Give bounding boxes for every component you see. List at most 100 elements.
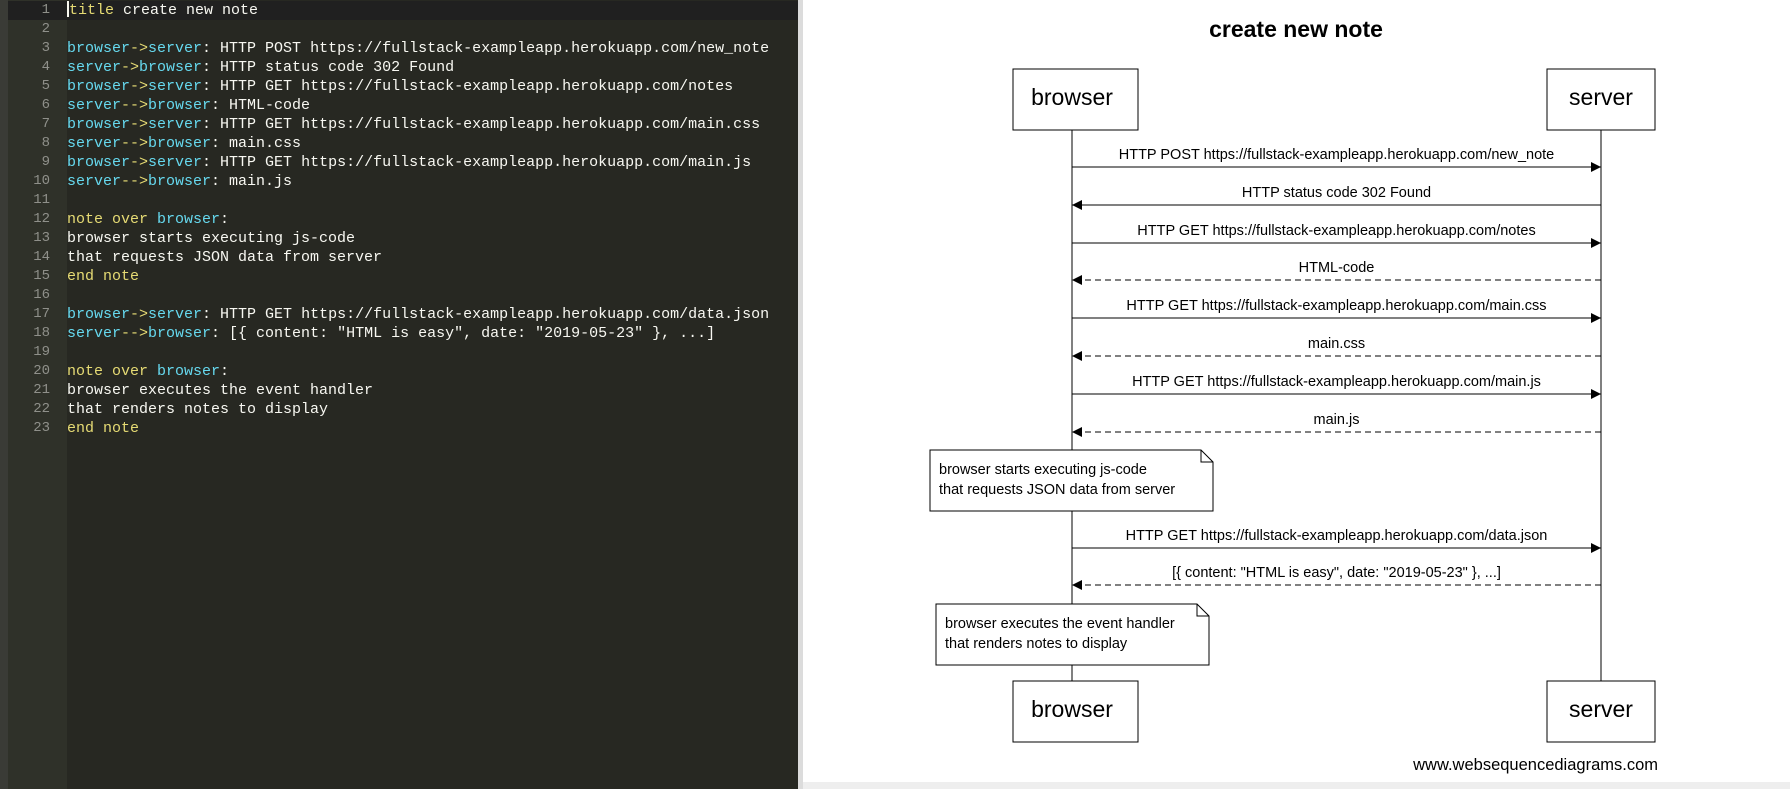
code-token: browser [67, 40, 131, 57]
note-text: that renders notes to display [945, 636, 1128, 652]
code-line: server-->browser: HTML-code [67, 96, 310, 115]
code-token: that renders notes to display [67, 401, 329, 418]
code-line: server-->browser: main.css [67, 134, 301, 153]
code-token: : HTML-code [211, 97, 311, 114]
code-line: browser->server: HTTP GET https://fullst… [67, 153, 751, 172]
code-line: browser->server: HTTP GET https://fullst… [67, 115, 760, 134]
code-token: : main.css [211, 135, 302, 152]
code-token: server [67, 59, 122, 76]
line-number: 14 [33, 249, 50, 265]
code-token: browser [148, 325, 212, 342]
code-line: end note [67, 267, 139, 286]
code-text-area[interactable]: title create new note browser->server: HT… [67, 0, 798, 789]
code-line: browser executes the event handler [67, 381, 373, 400]
message-label: HTTP GET https://fullstack-exampleapp.he… [1132, 374, 1541, 390]
code-token: browser [148, 173, 212, 190]
line-number: 5 [41, 78, 50, 94]
code-line: note over browser: [67, 210, 229, 229]
line-number: 18 [33, 325, 50, 341]
line-number: 1 [41, 2, 50, 18]
code-token: --> [121, 135, 149, 152]
code-token: end note [67, 420, 140, 437]
code-token: --> [121, 325, 149, 342]
code-token: note over [67, 363, 149, 380]
code-line: server-->browser: main.js [67, 172, 292, 191]
code-token: title [69, 2, 115, 19]
code-token: server [67, 97, 122, 114]
message-label: HTTP GET https://fullstack-exampleapp.he… [1137, 223, 1535, 239]
code-line: that requests JSON data from server [67, 248, 382, 267]
code-token: browser [67, 116, 131, 133]
code-token: server [67, 325, 122, 342]
editor-edge [0, 0, 8, 789]
code-token: --> [121, 97, 149, 114]
message-label: HTTP GET https://fullstack-exampleapp.he… [1126, 298, 1546, 314]
message-label: HTTP POST https://fullstack-exampleapp.h… [1119, 147, 1555, 163]
code-token: browser [148, 135, 212, 152]
code-token: server [148, 306, 203, 323]
code-token: browser [139, 59, 203, 76]
line-number: 13 [33, 230, 50, 246]
sequence-diagram: create new note HTTP POST https://fullsta… [929, 16, 1658, 774]
line-number: 10 [33, 173, 50, 189]
note-text: browser executes the event handler [945, 616, 1175, 632]
code-token: : HTTP status code 302 Found [202, 59, 455, 76]
code-token: : [220, 363, 230, 380]
code-line: title create new note [67, 1, 258, 20]
code-token: -> [130, 116, 149, 133]
code-token: -> [130, 40, 149, 57]
code-token: browser [67, 154, 131, 171]
note-text: that requests JSON data from server [939, 482, 1175, 498]
line-number: 6 [41, 97, 50, 113]
line-number: 3 [41, 40, 50, 56]
line-number: 11 [33, 192, 50, 208]
line-number: 8 [41, 135, 50, 151]
message-label: main.css [1308, 336, 1365, 352]
line-number: 2 [41, 21, 50, 37]
code-editor[interactable]: 1 2 3 4 5 6 7 8 9 10 11 12 13 14 15 16 17 18 19 20 21 22 23 ti… [0, 0, 798, 789]
message-label: [{ content: "HTML is easy", date: "2019-… [1172, 565, 1501, 581]
code-token: : HTTP GET https://fullstack-exampleapp.… [202, 154, 752, 171]
line-number: 21 [33, 382, 50, 398]
line-number: 16 [33, 287, 50, 303]
line-number: 15 [33, 268, 50, 284]
code-token: : [220, 211, 230, 228]
code-token: -> [130, 78, 149, 95]
preview-bottom-bar [803, 782, 1790, 789]
code-token: browser [67, 306, 131, 323]
line-number: 22 [33, 401, 50, 417]
code-token: : [{ content: "HTML is easy", date: "201… [211, 325, 716, 342]
message-label: HTTP status code 302 Found [1242, 185, 1431, 201]
code-line: browser->server: HTTP POST https://fulls… [67, 39, 769, 58]
code-token: server [148, 78, 203, 95]
code-token: : HTTP GET https://fullstack-exampleapp.… [202, 306, 770, 323]
line-number: 7 [41, 116, 50, 132]
code-token: server [148, 40, 203, 57]
line-number: 12 [33, 211, 50, 227]
code-token: server [67, 135, 122, 152]
footer-credit: www.websequencediagrams.com [1412, 756, 1658, 774]
code-token: browser [67, 78, 131, 95]
code-line: server-->browser: [{ content: "HTML is e… [67, 324, 715, 343]
code-token: : HTTP GET https://fullstack-exampleapp.… [202, 116, 761, 133]
diagram-title: create new note [1209, 16, 1383, 42]
code-token: browser [157, 363, 221, 380]
code-token: -> [121, 59, 140, 76]
line-number: 23 [33, 420, 50, 436]
message-label: HTML-code [1299, 260, 1375, 276]
code-line: server->browser: HTTP status code 302 Fo… [67, 58, 454, 77]
code-line: that renders notes to display [67, 400, 328, 419]
code-token: end note [67, 268, 140, 285]
message-label: main.js [1314, 412, 1360, 428]
line-number: 4 [41, 59, 50, 75]
code-token: that requests JSON data from server [67, 249, 383, 266]
code-line: note over browser: [67, 362, 229, 381]
code-token: : HTTP POST https://fullstack-exampleapp… [202, 40, 770, 57]
code-token: -> [130, 306, 149, 323]
code-token: -> [130, 154, 149, 171]
line-number: 19 [33, 344, 50, 360]
code-token: server [67, 173, 122, 190]
note-box [929, 449, 1214, 512]
code-line: browser starts executing js-code [67, 229, 355, 248]
